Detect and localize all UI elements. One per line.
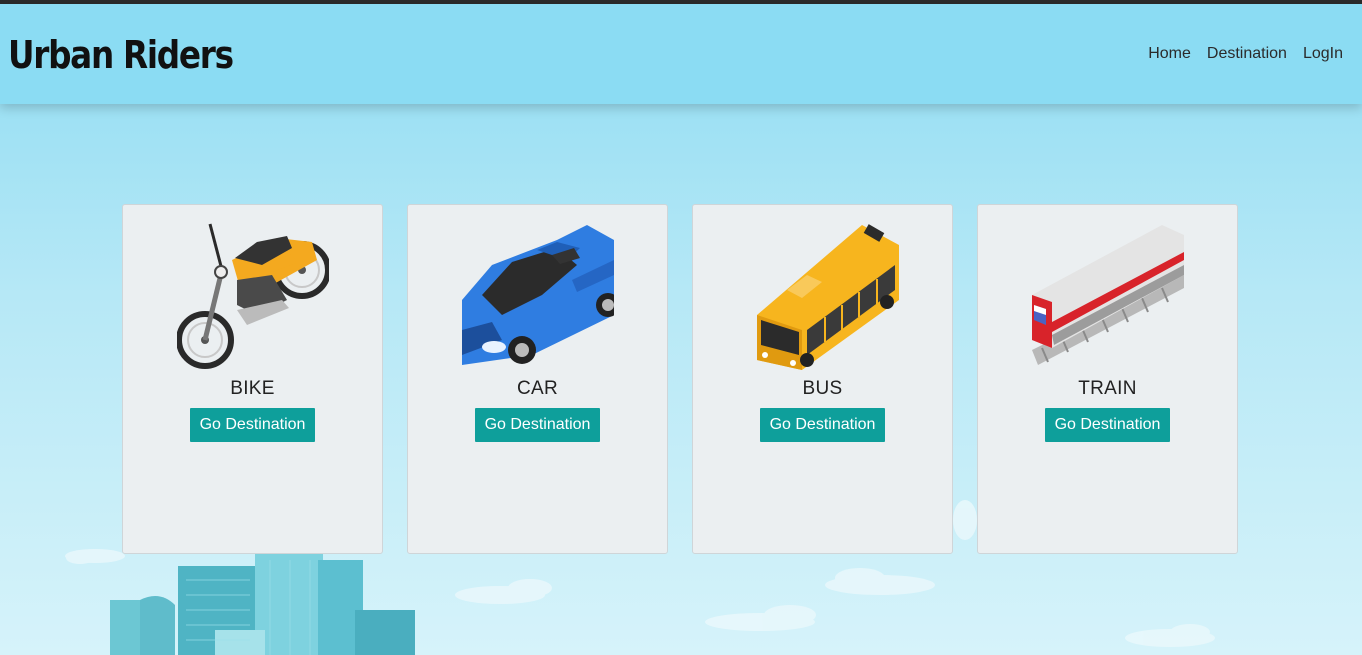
- bus-icon: [756, 224, 899, 370]
- vehicle-title: TRAIN: [1078, 378, 1137, 399]
- go-destination-button[interactable]: Go Destination: [189, 408, 316, 442]
- vehicle-card-car[interactable]: CAR Go Destination: [407, 204, 668, 554]
- car-icon: [461, 225, 614, 365]
- go-destination-button[interactable]: Go Destination: [1044, 408, 1171, 442]
- nav-home-link[interactable]: Home: [1148, 45, 1191, 63]
- vehicle-title: BUS: [802, 378, 843, 399]
- vehicle-card-bus[interactable]: BUS Go Destination: [692, 204, 953, 554]
- nav-links: Home Destination LogIn: [1148, 45, 1343, 63]
- go-destination-button[interactable]: Go Destination: [759, 408, 886, 442]
- vehicle-card-train[interactable]: TRAIN Go Destination: [977, 204, 1238, 554]
- vehicle-cards: BIKE Go Destination CAR Go Destination B…: [122, 204, 1238, 554]
- brand-logo[interactable]: Urban Riders: [8, 33, 234, 77]
- vehicle-card-bike[interactable]: BIKE Go Destination: [122, 204, 383, 554]
- nav-destination-link[interactable]: Destination: [1207, 45, 1287, 63]
- train-icon: [1031, 225, 1184, 365]
- vehicle-title: BIKE: [230, 378, 275, 399]
- motorbike-icon: [176, 223, 329, 369]
- nav-login-link[interactable]: LogIn: [1303, 45, 1343, 63]
- go-destination-button[interactable]: Go Destination: [474, 408, 601, 442]
- top-navbar: Urban Riders Home Destination LogIn: [0, 4, 1362, 104]
- vehicle-title: CAR: [516, 378, 558, 399]
